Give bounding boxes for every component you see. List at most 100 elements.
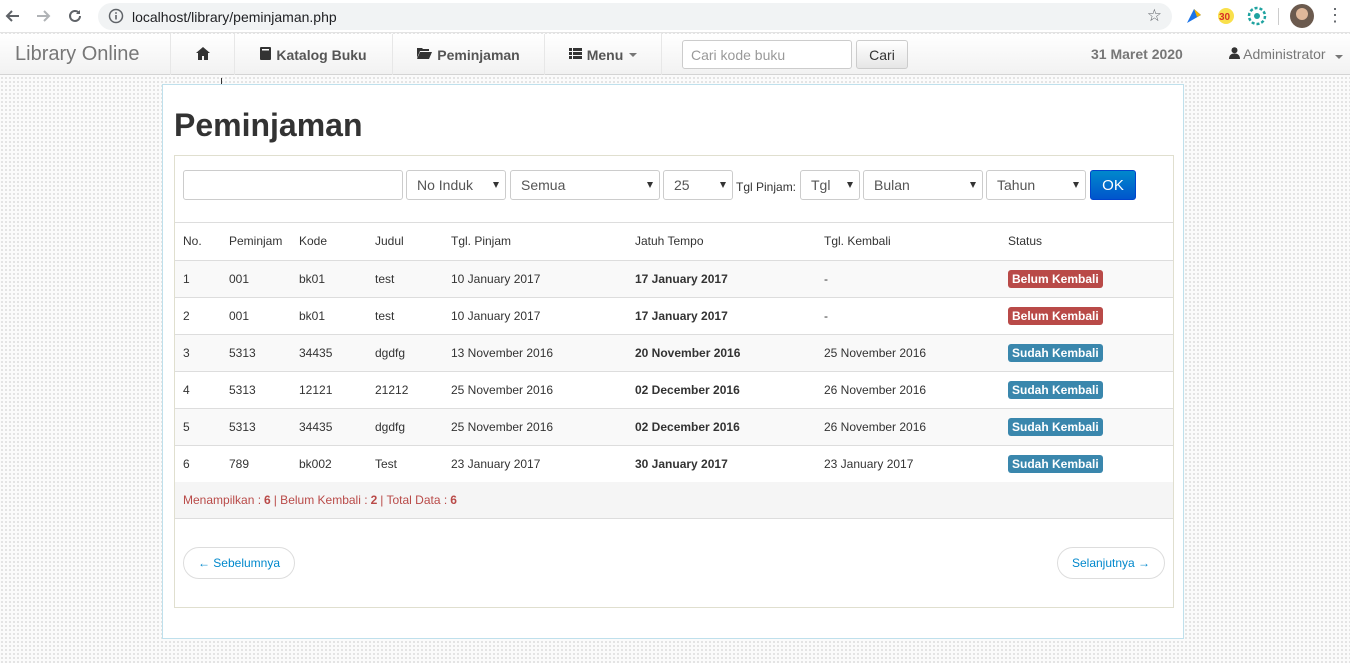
filter-month-select[interactable]: Bulan: [863, 170, 983, 200]
table-row[interactable]: 3 5313 34435 dgdfg 13 November 2016 20 N…: [175, 334, 1173, 372]
search-kode-buku-input[interactable]: [682, 40, 852, 69]
nav-menu-label: Menu: [586, 46, 624, 63]
filter-year-select[interactable]: Tahun: [986, 170, 1086, 200]
nav-peminjaman-label: Peminjaman: [437, 46, 520, 63]
app-navbar: Library Online Katalog Buku Peminjaman M…: [0, 34, 1350, 75]
cell-jatuh-tempo: 30 January 2017: [627, 445, 816, 483]
cell-no: 1: [175, 260, 221, 298]
nav-home[interactable]: [170, 34, 234, 75]
filter-month-value: Bulan: [874, 177, 910, 193]
cell-tgl-pinjam: 10 January 2017: [443, 297, 627, 335]
filter-form: No Induk Semua 25 Tgl Pinjam: Tgl Bulan: [175, 156, 1173, 223]
column-header[interactable]: Judul: [367, 223, 443, 261]
cell-jatuh-tempo: 17 January 2017: [627, 260, 816, 298]
user-icon: [1229, 46, 1243, 62]
filter-day-select[interactable]: Tgl: [800, 170, 860, 200]
filter-year-value: Tahun: [997, 177, 1036, 193]
cell-kode: bk002: [291, 445, 367, 483]
pager-previous-button[interactable]: ← Sebelumnya: [183, 547, 295, 579]
cell-status: Belum Kembali: [1000, 260, 1173, 298]
bookmark-star-icon[interactable]: ☆: [1147, 6, 1162, 26]
filter-ok-button[interactable]: OK: [1090, 170, 1136, 200]
address-bar[interactable]: localhost/library/peminjaman.php ☆: [98, 3, 1172, 30]
status-badge: Sudah Kembali: [1008, 417, 1103, 436]
cell-peminjam: 5313: [221, 371, 291, 409]
url-text: localhost/library/peminjaman.php: [132, 9, 337, 25]
column-header[interactable]: Tgl. Kembali: [816, 223, 1000, 261]
more-vertical-icon[interactable]: ⋮: [1326, 5, 1344, 26]
cell-tgl-pinjam: 25 November 2016: [443, 371, 627, 409]
cell-tgl-kembali: -: [816, 260, 1000, 298]
status-badge: Belum Kembali: [1008, 269, 1103, 288]
cell-kode: 34435: [291, 334, 367, 372]
table-row[interactable]: 1 001 bk01 test 10 January 2017 17 Janua…: [175, 260, 1173, 298]
home-icon: [195, 46, 210, 63]
filter-status-select[interactable]: Semua: [510, 170, 660, 200]
page-title: Peminjaman: [174, 107, 363, 143]
cell-tgl-pinjam: 13 November 2016: [443, 334, 627, 372]
cell-kode: 34435: [291, 408, 367, 446]
profile-avatar[interactable]: [1290, 4, 1314, 28]
column-header[interactable]: Jatuh Tempo: [627, 223, 816, 261]
info-icon[interactable]: [108, 8, 124, 24]
column-header[interactable]: Status: [1000, 223, 1173, 261]
filter-limit-select[interactable]: 25: [663, 170, 733, 200]
summary-showing-label: Menampilkan :: [183, 493, 262, 507]
table-header-row: No. Peminjam Kode Judul Tgl. Pinjam Jatu…: [175, 223, 1173, 261]
tgl-pinjam-label: Tgl Pinjam:: [736, 180, 797, 194]
column-header[interactable]: No.: [175, 223, 221, 261]
nav-katalog-buku[interactable]: Katalog Buku: [234, 34, 392, 75]
browser-toolbar: localhost/library/peminjaman.php ☆ 30 ⋮: [0, 0, 1350, 33]
user-name: Administrator: [1243, 46, 1326, 62]
reload-icon[interactable]: [63, 4, 87, 28]
cell-judul: dgdfg: [367, 408, 443, 446]
pager-next-button[interactable]: Selanjutnya →: [1057, 547, 1165, 579]
table-row[interactable]: 6 789 bk002 Test 23 January 2017 30 Janu…: [175, 445, 1173, 483]
nav-peminjaman[interactable]: Peminjaman: [392, 34, 544, 75]
list-icon: [568, 47, 582, 62]
cell-no: 5: [175, 408, 221, 446]
cell-tgl-kembali: 25 November 2016: [816, 334, 1000, 372]
search-button[interactable]: Cari: [856, 40, 908, 69]
extension-icon[interactable]: 30: [1216, 6, 1236, 26]
user-menu-dropdown[interactable]: Administrator: [1229, 46, 1344, 62]
extension-icon[interactable]: [1184, 6, 1204, 26]
table-row[interactable]: 2 001 bk01 test 10 January 2017 17 Janua…: [175, 297, 1173, 335]
filter-day-value: Tgl: [811, 177, 831, 193]
extension-icon[interactable]: [1247, 6, 1267, 26]
peminjaman-table: No. Peminjam Kode Judul Tgl. Pinjam Jatu…: [175, 223, 1173, 483]
cell-status: Sudah Kembali: [1000, 334, 1173, 372]
cell-kode: bk01: [291, 297, 367, 335]
status-badge: Sudah Kembali: [1008, 380, 1103, 399]
cell-jatuh-tempo: 02 December 2016: [627, 371, 816, 409]
filter-field-select[interactable]: No Induk: [406, 170, 506, 200]
filter-search-input[interactable]: [183, 170, 403, 200]
table-row[interactable]: 4 5313 12121 21212 25 November 2016 02 D…: [175, 371, 1173, 409]
cell-kode: 12121: [291, 371, 367, 409]
forward-arrow-icon[interactable]: [31, 4, 55, 28]
table-row[interactable]: 5 5313 34435 dgdfg 25 November 2016 02 D…: [175, 408, 1173, 446]
summary-total-label: | Total Data :: [380, 493, 448, 507]
cell-judul: Test: [367, 445, 443, 483]
summary-showing-value: 6: [264, 493, 271, 507]
cell-tgl-kembali: 26 November 2016: [816, 371, 1000, 409]
caret-down-icon: [1335, 55, 1344, 59]
cell-kode: bk01: [291, 260, 367, 298]
column-header[interactable]: Kode: [291, 223, 367, 261]
cell-tgl-pinjam: 10 January 2017: [443, 260, 627, 298]
cell-tgl-kembali: 26 November 2016: [816, 408, 1000, 446]
dropdown-arrow-icon: [970, 182, 976, 188]
current-date: 31 Maret 2020: [1091, 46, 1183, 62]
cell-judul: test: [367, 260, 443, 298]
status-badge: Sudah Kembali: [1008, 454, 1103, 473]
column-header[interactable]: Peminjam: [221, 223, 291, 261]
filter-limit-value: 25: [674, 177, 690, 193]
column-header[interactable]: Tgl. Pinjam: [443, 223, 627, 261]
cell-status: Sudah Kembali: [1000, 445, 1173, 483]
cell-tgl-pinjam: 25 November 2016: [443, 408, 627, 446]
nav-menu-dropdown[interactable]: Menu: [544, 34, 662, 75]
brand-title[interactable]: Library Online: [15, 43, 140, 66]
cell-peminjam: 789: [221, 445, 291, 483]
status-badge: Sudah Kembali: [1008, 343, 1103, 362]
back-arrow-icon[interactable]: [1, 4, 25, 28]
